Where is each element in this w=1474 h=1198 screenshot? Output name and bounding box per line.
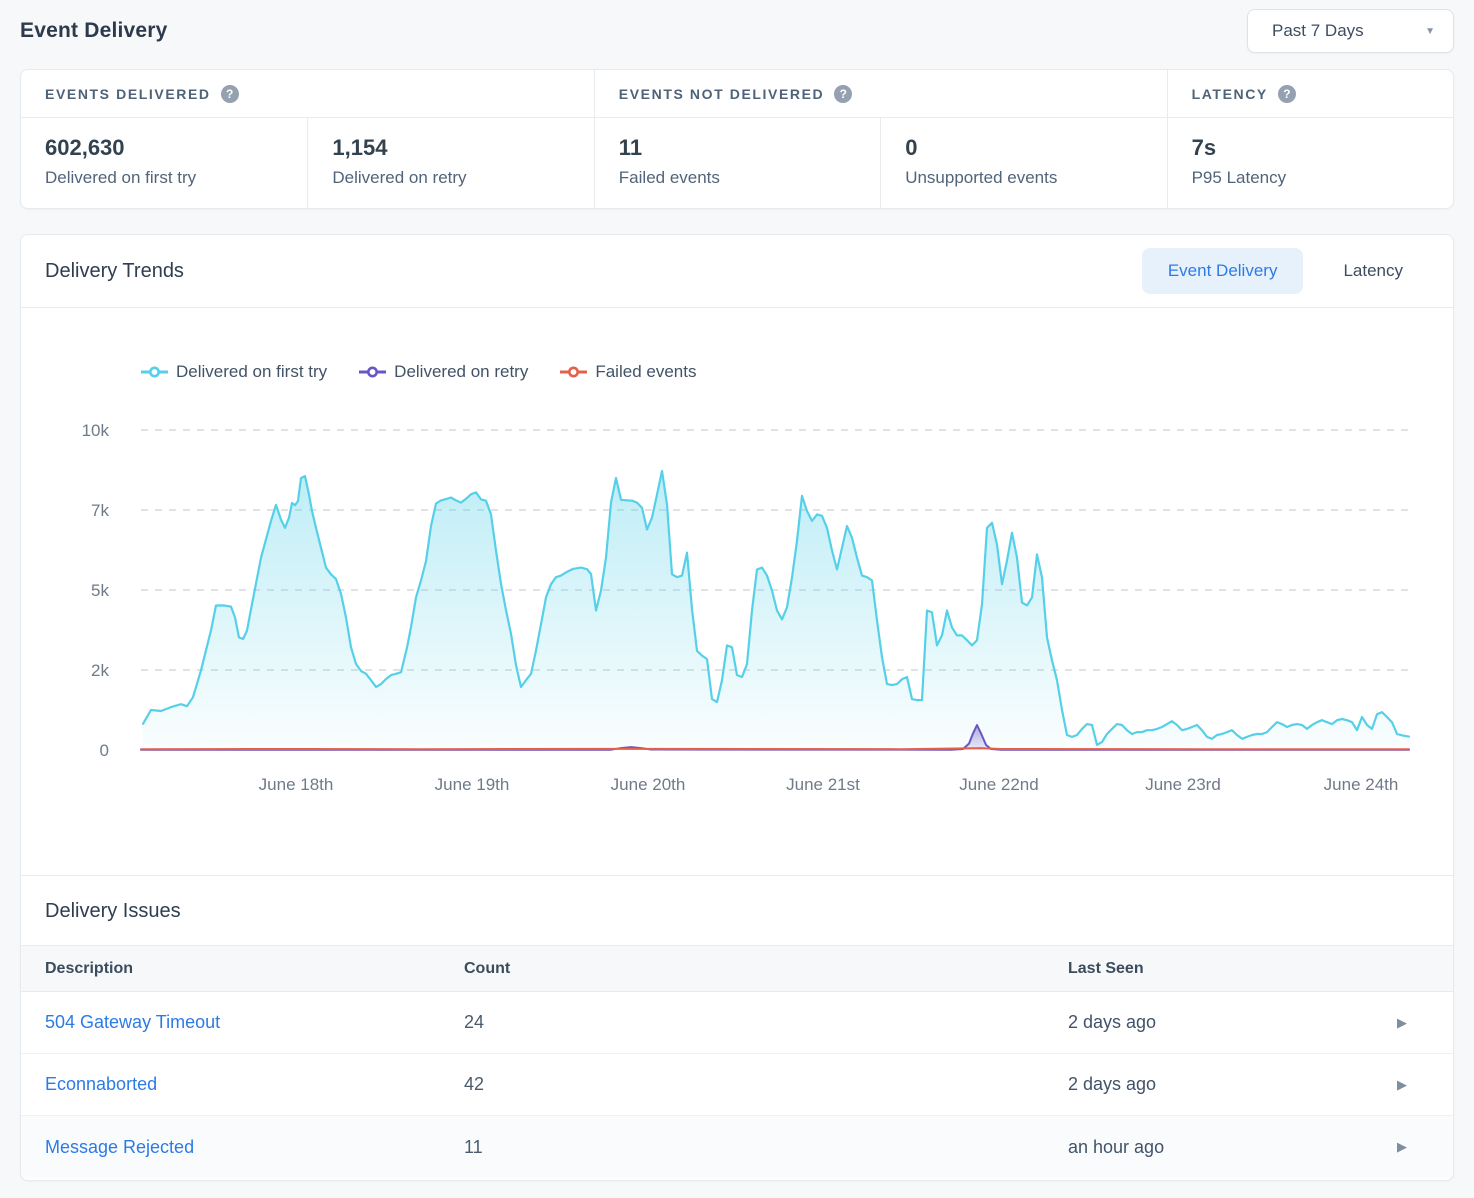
issue-last-seen: 2 days ago <box>1068 1074 1397 1095</box>
stat-value: 7s <box>1192 135 1429 161</box>
issue-last-seen: an hour ago <box>1068 1137 1397 1158</box>
issue-count: 24 <box>464 1012 1068 1033</box>
date-range-value: Past 7 Days <box>1272 21 1364 41</box>
table-row[interactable]: Econnaborted 42 2 days ago ▶ <box>21 1054 1453 1116</box>
column-header-count: Count <box>464 960 1068 978</box>
svg-text:June 19th: June 19th <box>435 775 510 794</box>
delivery-trends-chart: 10k 7k 5k 2k 0 June 18th June 19th June 20th Jun… <box>21 308 1454 875</box>
svg-text:June 20th: June 20th <box>611 775 686 794</box>
delivery-trends-title: Delivery Trends <box>45 260 184 283</box>
chevron-right-icon[interactable]: ▶ <box>1397 1139 1453 1155</box>
stats-group-label: EVENTS NOT DELIVERED <box>619 86 824 102</box>
legend-marker-failed-icon <box>560 366 587 378</box>
stat-unsupported-events: 0 Unsupported events <box>880 118 1166 208</box>
issue-count: 11 <box>464 1137 1068 1158</box>
stat-delivered-first-try: 602,630 Delivered on first try <box>21 118 307 208</box>
svg-text:10k: 10k <box>82 421 110 440</box>
stats-group-label: LATENCY <box>1192 86 1268 102</box>
stat-value: 11 <box>619 135 856 161</box>
stat-value: 1,154 <box>332 135 569 161</box>
svg-text:5k: 5k <box>91 581 109 600</box>
stats-summary-card: EVENTS DELIVERED ? EVENTS NOT DELIVERED … <box>20 69 1454 209</box>
stats-group-latency: LATENCY ? <box>1167 70 1453 118</box>
chevron-right-icon[interactable]: ▶ <box>1397 1077 1453 1093</box>
stats-group-events-delivered: EVENTS DELIVERED ? <box>21 70 594 118</box>
issue-link[interactable]: Message Rejected <box>45 1137 194 1157</box>
issue-last-seen: 2 days ago <box>1068 1012 1397 1033</box>
chevron-right-icon[interactable]: ▶ <box>1397 1015 1453 1031</box>
topbar: Event Delivery Past 7 Days ▼ <box>20 6 1454 56</box>
stat-delivered-on-retry: 1,154 Delivered on retry <box>307 118 593 208</box>
stat-label: P95 Latency <box>1192 168 1429 188</box>
svg-text:June 21st: June 21st <box>786 775 860 794</box>
legend-label: Delivered on retry <box>394 362 528 382</box>
help-icon[interactable]: ? <box>1278 85 1296 103</box>
column-header-description: Description <box>45 960 464 978</box>
legend-item-delivered-retry[interactable]: Delivered on retry <box>359 362 528 382</box>
issue-link[interactable]: 504 Gateway Timeout <box>45 1012 220 1032</box>
svg-text:June 18th: June 18th <box>259 775 334 794</box>
issue-count: 42 <box>464 1074 1068 1095</box>
table-row[interactable]: Message Rejected 11 an hour ago ▶ <box>21 1116 1453 1178</box>
svg-text:June 23rd: June 23rd <box>1145 775 1221 794</box>
column-header-last-seen: Last Seen <box>1068 960 1397 978</box>
svg-text:7k: 7k <box>91 501 109 520</box>
delivery-issues-title: Delivery Issues <box>45 900 1429 923</box>
legend-label: Delivered on first try <box>176 362 327 382</box>
trends-tabs: Event Delivery Latency <box>1142 248 1429 294</box>
stats-group-events-not-delivered: EVENTS NOT DELIVERED ? <box>594 70 1167 118</box>
stat-label: Delivered on first try <box>45 168 283 188</box>
svg-text:June 22nd: June 22nd <box>959 775 1038 794</box>
help-icon[interactable]: ? <box>834 85 852 103</box>
help-icon[interactable]: ? <box>221 85 239 103</box>
delivery-issues-header: Delivery Issues <box>21 875 1453 945</box>
stat-value: 0 <box>905 135 1142 161</box>
page-title: Event Delivery <box>20 19 168 43</box>
stat-value: 602,630 <box>45 135 283 161</box>
stats-group-label: EVENTS DELIVERED <box>45 86 211 102</box>
delivery-trends-header: Delivery Trends Event Delivery Latency <box>21 235 1453 308</box>
svg-text:0: 0 <box>100 741 109 760</box>
tab-event-delivery[interactable]: Event Delivery <box>1142 248 1304 294</box>
svg-text:2k: 2k <box>91 661 109 680</box>
date-range-select[interactable]: Past 7 Days ▼ <box>1247 9 1454 53</box>
legend-item-failed-events[interactable]: Failed events <box>560 362 696 382</box>
legend-marker-first-try-icon <box>141 366 168 378</box>
legend-label: Failed events <box>595 362 696 382</box>
stat-label: Unsupported events <box>905 168 1142 188</box>
stat-label: Delivered on retry <box>332 168 569 188</box>
table-row[interactable]: 504 Gateway Timeout 24 2 days ago ▶ <box>21 992 1453 1054</box>
main-card: Delivery Trends Event Delivery Latency D… <box>20 234 1454 1181</box>
legend-item-delivered-first-try[interactable]: Delivered on first try <box>141 362 327 382</box>
tab-latency[interactable]: Latency <box>1317 248 1429 294</box>
issues-table-header: Description Count Last Seen <box>21 945 1453 992</box>
event-delivery-page: Event Delivery Past 7 Days ▼ EVENTS DELI… <box>0 0 1474 1181</box>
stat-failed-events: 11 Failed events <box>594 118 880 208</box>
delivery-trends-chart-area: Delivered on first try Delivered on retr… <box>21 308 1453 875</box>
svg-text:June 24th: June 24th <box>1324 775 1399 794</box>
legend-marker-retry-icon <box>359 366 386 378</box>
chart-legend: Delivered on first try Delivered on retr… <box>141 362 696 382</box>
chevron-down-icon: ▼ <box>1425 26 1435 37</box>
stat-p95-latency: 7s P95 Latency <box>1167 118 1453 208</box>
issue-link[interactable]: Econnaborted <box>45 1074 157 1094</box>
stat-label: Failed events <box>619 168 856 188</box>
